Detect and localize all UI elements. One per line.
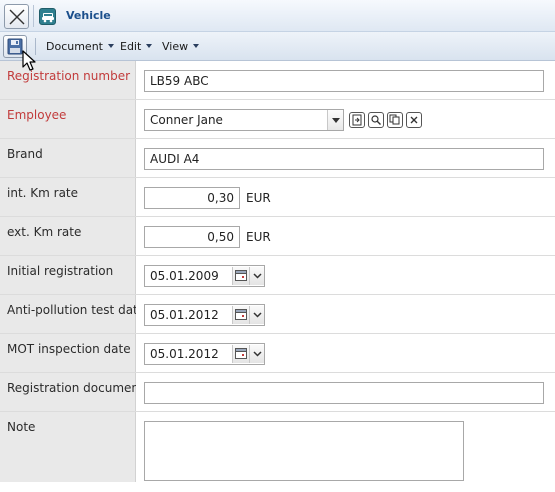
window-title: Vehicle [66,9,111,22]
value-cell: LB59 ABC [136,61,555,99]
brand-label: Brand [7,147,43,161]
copy-employee-button[interactable] [387,112,403,128]
chevron-down-icon [253,273,262,279]
ext-km-rate-label: ext. Km rate [7,225,82,239]
row-brand: Brand AUDI A4 [0,139,555,178]
mot-inspection-date-label: MOT inspection date [7,342,131,356]
note-textarea[interactable] [144,421,464,481]
chevron-down-icon [108,44,114,48]
title-separator [33,5,34,27]
chevron-down-icon [253,312,262,318]
label-cell: Employee [0,100,136,138]
menu-document-label: Document [46,40,103,53]
date-dropdown-button[interactable] [249,306,264,324]
search-icon [371,115,381,125]
row-ext-km-rate: ext. Km rate 0,50 EUR [0,217,555,256]
employee-select[interactable]: Conner Jane [144,109,344,131]
close-icon [9,9,25,25]
calendar-icon [235,270,247,281]
anti-pollution-test-date-field[interactable]: 05.01.2012 [144,304,265,326]
row-int-km-rate: int. Km rate 0,30 EUR [0,178,555,217]
mouse-pointer-icon [22,50,36,71]
calendar-button[interactable] [232,345,249,363]
date-dropdown-button[interactable] [249,267,264,285]
value-cell: 05.01.2012 [136,295,555,333]
value-cell: 05.01.2012 [136,334,555,372]
employee-label: Employee [7,108,67,122]
chevron-down-icon [193,44,200,48]
label-cell: Registration document [0,373,144,411]
anti-pollution-test-date-label: Anti-pollution test date [7,303,146,317]
label-cell: Initial registration [0,256,136,294]
toolbar: Document Edit View [0,32,555,61]
value-cell: AUDI A4 [136,139,555,177]
initial-registration-value: 05.01.2009 [150,269,219,283]
copy-icon [389,114,400,125]
mot-inspection-date-value: 05.01.2012 [150,347,219,361]
search-employee-button[interactable] [368,112,384,128]
calendar-icon [235,309,247,320]
menu-document[interactable]: Document [46,40,114,53]
value-cell [136,412,555,482]
chevron-down-icon [253,351,262,357]
int-km-rate-label: int. Km rate [7,186,79,200]
menu-view-label: View [162,40,189,53]
anti-pollution-test-date-value: 05.01.2012 [150,308,219,322]
open-employee-button[interactable] [349,112,365,128]
row-registration-number: Registration number LB59 ABC [0,61,555,100]
clear-employee-button[interactable] [406,112,422,128]
label-cell: MOT inspection date [0,334,136,372]
label-cell: int. Km rate [0,178,136,216]
note-label: Note [7,420,36,434]
value-cell: 05.01.2009 [136,256,555,294]
row-note: Note [0,412,555,482]
date-dropdown-button[interactable] [249,345,264,363]
registration-document-label: Registration document [7,381,144,395]
row-anti-pollution-test-date: Anti-pollution test date 05.01.2012 [0,295,555,334]
row-registration-document: Registration document [0,373,555,412]
employee-value: Conner Jane [150,113,223,127]
initial-registration-date-field[interactable]: 05.01.2009 [144,265,265,287]
value-cell: Conner Jane [136,100,555,138]
value-cell: 0,50 EUR [136,217,555,255]
row-initial-registration: Initial registration 05.01.2009 [0,256,555,295]
registration-document-input[interactable] [144,382,544,404]
menu-view[interactable]: View [162,40,200,53]
row-mot-inspection-date: MOT inspection date 05.01.2012 [0,334,555,373]
value-cell: 0,30 EUR [136,178,555,216]
menu-edit[interactable]: Edit [120,40,153,53]
title-bar: Vehicle [0,0,555,32]
close-button[interactable] [4,4,29,29]
menu-edit-label: Edit [120,40,142,53]
chevron-down-icon[interactable] [327,110,343,130]
ext-km-rate-input[interactable]: 0,50 [144,226,240,248]
save-icon [7,38,23,55]
clear-icon [410,116,418,124]
brand-input[interactable]: AUDI A4 [144,148,544,170]
calendar-button[interactable] [232,306,249,324]
initial-registration-label: Initial registration [7,264,114,278]
chevron-down-icon [146,44,153,48]
label-cell: Brand [0,139,136,177]
mot-inspection-date-field[interactable]: 05.01.2012 [144,343,265,365]
open-record-icon [352,114,362,126]
calendar-icon [235,348,247,359]
vehicle-icon [39,8,56,25]
label-cell: ext. Km rate [0,217,136,255]
label-cell: Anti-pollution test date [0,295,145,333]
label-cell: Note [0,412,136,482]
row-employee: Employee Conner Jane [0,100,555,139]
value-cell [136,373,555,411]
vehicle-form: Registration number LB59 ABC Employee Co… [0,61,555,482]
int-km-rate-input[interactable]: 0,30 [144,187,240,209]
label-cell: Registration number [0,61,136,99]
registration-number-input[interactable]: LB59 ABC [144,70,544,92]
calendar-button[interactable] [232,267,249,285]
int-km-rate-unit: EUR [246,191,271,205]
ext-km-rate-unit: EUR [246,230,271,244]
